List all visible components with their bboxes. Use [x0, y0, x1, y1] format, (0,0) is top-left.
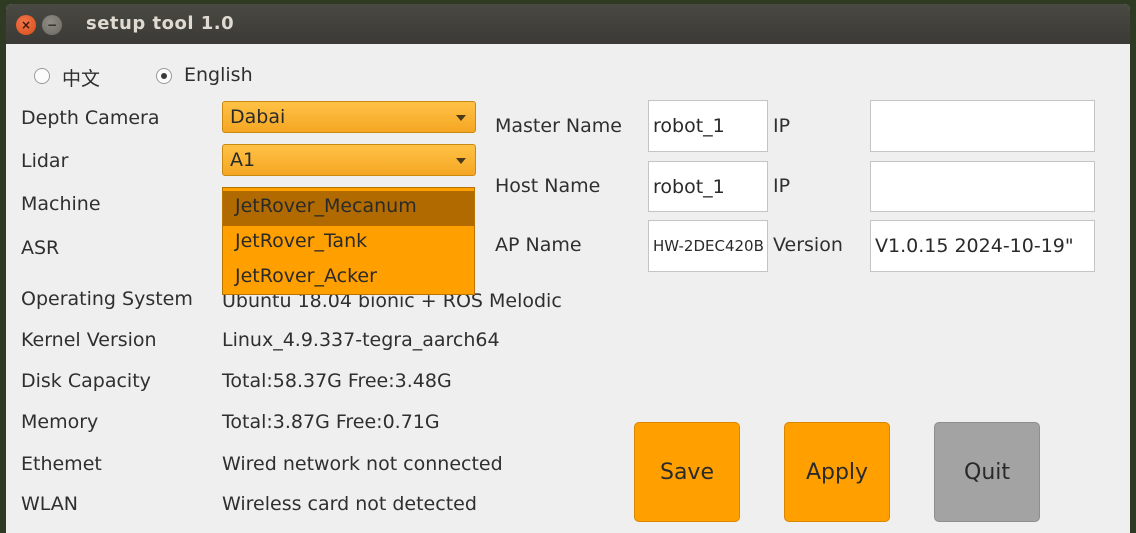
- host-name-label: Host Name: [495, 175, 601, 197]
- depth-camera-value: Dabai: [230, 106, 286, 128]
- memory-value: Total:3.87G Free:0.71G: [222, 411, 440, 433]
- chevron-down-icon: [456, 115, 466, 121]
- version-value: V1.0.15 2024-10-19": [875, 235, 1074, 257]
- host-name-value: robot_1: [653, 176, 725, 198]
- master-name-field[interactable]: robot_1: [648, 100, 768, 152]
- chevron-down-icon: [456, 158, 466, 164]
- host-name-field[interactable]: robot_1: [648, 161, 768, 212]
- version-label: Version: [773, 234, 843, 256]
- host-ip-label: IP: [773, 175, 791, 197]
- master-name-label: Master Name: [495, 115, 622, 137]
- title-bar[interactable]: × − setup tool 1.0: [6, 4, 1130, 44]
- close-icon[interactable]: ×: [16, 15, 36, 35]
- ethernet-label: Ethemet: [21, 453, 102, 475]
- machine-option-acker[interactable]: JetRover_Acker: [223, 261, 474, 296]
- master-name-value: robot_1: [653, 115, 725, 137]
- radio-english-label[interactable]: English: [184, 64, 253, 86]
- depth-camera-combo[interactable]: Dabai: [222, 101, 476, 133]
- quit-button[interactable]: Quit: [934, 422, 1040, 522]
- disk-capacity-value: Total:58.37G Free:3.48G: [222, 370, 452, 392]
- window-title: setup tool 1.0: [86, 13, 235, 34]
- kernel-version-label: Kernel Version: [21, 329, 157, 351]
- kernel-version-value: Linux_4.9.337-tegra_aarch64: [222, 329, 500, 351]
- radio-chinese-label[interactable]: 中文: [62, 64, 100, 91]
- machine-dropdown-list[interactable]: JetRover_Mecanum JetRover_Tank JetRover_…: [222, 187, 475, 295]
- host-ip-field[interactable]: [870, 161, 1095, 212]
- setup-tool-window: × − setup tool 1.0 中文 English Depth Came…: [6, 4, 1130, 533]
- asr-label: ASR: [21, 237, 60, 259]
- minimize-icon[interactable]: −: [42, 15, 62, 35]
- radio-english[interactable]: [156, 68, 172, 84]
- lidar-value: A1: [230, 149, 256, 171]
- apply-button[interactable]: Apply: [784, 422, 890, 522]
- ap-name-value: HW-2DEC420B: [653, 237, 764, 255]
- wlan-label: WLAN: [21, 493, 79, 515]
- wlan-value: Wireless card not detected: [222, 493, 477, 515]
- disk-capacity-label: Disk Capacity: [21, 370, 151, 392]
- machine-option-mecanum[interactable]: JetRover_Mecanum: [223, 191, 474, 226]
- ap-name-label: AP Name: [495, 234, 582, 256]
- ethernet-value: Wired network not connected: [222, 453, 503, 475]
- machine-label: Machine: [21, 193, 101, 215]
- operating-system-label: Operating System: [21, 288, 193, 310]
- save-button[interactable]: Save: [634, 422, 740, 522]
- depth-camera-label: Depth Camera: [21, 107, 160, 129]
- lidar-label: Lidar: [21, 150, 69, 172]
- ap-name-field[interactable]: HW-2DEC420B: [648, 220, 768, 272]
- lidar-combo[interactable]: A1: [222, 144, 476, 176]
- radio-chinese[interactable]: [34, 68, 50, 84]
- master-ip-label: IP: [773, 115, 791, 137]
- version-field[interactable]: V1.0.15 2024-10-19": [870, 220, 1095, 272]
- master-ip-field[interactable]: [870, 100, 1095, 152]
- memory-label: Memory: [21, 411, 99, 433]
- machine-option-tank[interactable]: JetRover_Tank: [223, 226, 474, 261]
